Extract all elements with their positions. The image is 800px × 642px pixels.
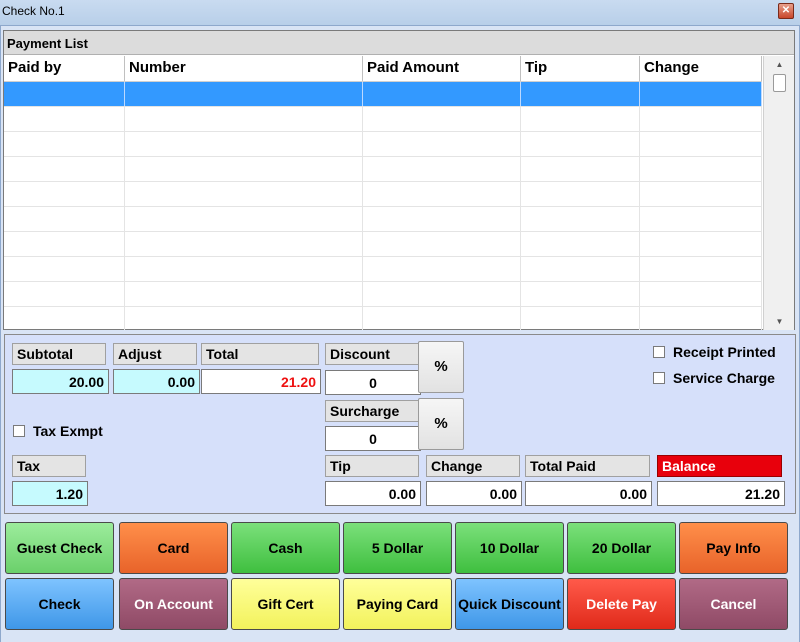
subtotal-value: 20.00 (12, 369, 109, 394)
guest-check-button[interactable]: Guest Check (5, 522, 114, 574)
table-row[interactable] (4, 282, 762, 307)
tax-exempt-label: Tax Exmpt (33, 423, 103, 439)
discount-percent-button[interactable]: % (418, 341, 464, 393)
service-charge-label: Service Charge (673, 370, 775, 386)
balance-value: 21.20 (657, 481, 785, 506)
scroll-up-icon[interactable]: ▲ (764, 56, 795, 73)
column-change[interactable]: Change (640, 56, 762, 81)
table-row[interactable] (4, 182, 762, 207)
tax-label: Tax (12, 455, 86, 477)
total-label: Total (201, 343, 319, 365)
checkbox-icon[interactable] (653, 372, 665, 384)
receipt-printed-checkbox[interactable]: Receipt Printed (653, 344, 776, 360)
total-paid-label: Total Paid (525, 455, 650, 477)
column-paid-by[interactable]: Paid by (4, 56, 125, 81)
payment-list-title: Payment List (4, 31, 794, 55)
table-row[interactable] (4, 257, 762, 282)
cash-button[interactable]: Cash (231, 522, 340, 574)
quick-discount-button[interactable]: Quick Discount (455, 578, 564, 630)
window-title: Check No.1 (2, 4, 65, 18)
column-number[interactable]: Number (125, 56, 363, 81)
change-value: 0.00 (426, 481, 522, 506)
subtotal-label: Subtotal (12, 343, 106, 365)
service-charge-checkbox[interactable]: Service Charge (653, 370, 775, 386)
on-account-button[interactable]: On Account (119, 578, 228, 630)
card-button[interactable]: Card (119, 522, 228, 574)
discount-label: Discount (325, 343, 419, 365)
tax-exempt-checkbox[interactable]: Tax Exmpt (13, 423, 103, 439)
tip-label: Tip (325, 455, 419, 477)
total-paid-value: 0.00 (525, 481, 652, 506)
payment-grid[interactable]: Paid by Number Paid Amount Tip Change (4, 56, 762, 330)
gift-cert-button[interactable]: Gift Cert (231, 578, 340, 630)
change-label: Change (426, 455, 520, 477)
tax-value: 1.20 (12, 481, 88, 506)
title-bar: Check No.1 ✕ (0, 0, 800, 26)
payment-list: Payment List Paid by Number Paid Amount … (3, 30, 795, 330)
receipt-printed-label: Receipt Printed (673, 344, 776, 360)
cancel-button[interactable]: Cancel (679, 578, 788, 630)
scroll-down-icon[interactable]: ▼ (764, 313, 795, 330)
table-row[interactable] (4, 157, 762, 182)
totals-panel: Subtotal 20.00 Adjust 0.00 Total 21.20 D… (4, 334, 796, 514)
grid-header: Paid by Number Paid Amount Tip Change (4, 56, 762, 82)
table-row[interactable] (4, 82, 762, 107)
table-row[interactable] (4, 107, 762, 132)
vertical-scrollbar[interactable]: ▲ ▼ (763, 56, 794, 330)
surcharge-value[interactable]: 0 (325, 426, 421, 451)
total-value: 21.20 (201, 369, 321, 394)
table-row[interactable] (4, 232, 762, 257)
scroll-thumb[interactable] (773, 74, 786, 92)
discount-value[interactable]: 0 (325, 370, 421, 395)
delete-pay-button[interactable]: Delete Pay (567, 578, 676, 630)
checkbox-icon[interactable] (13, 425, 25, 437)
adjust-label: Adjust (113, 343, 197, 365)
surcharge-percent-button[interactable]: % (418, 398, 464, 450)
column-tip[interactable]: Tip (521, 56, 640, 81)
five-dollar-button[interactable]: 5 Dollar (343, 522, 452, 574)
check-button[interactable]: Check (5, 578, 114, 630)
table-row[interactable] (4, 207, 762, 232)
checkbox-icon[interactable] (653, 346, 665, 358)
close-icon[interactable]: ✕ (778, 3, 794, 19)
balance-label: Balance (657, 455, 782, 477)
surcharge-label: Surcharge (325, 400, 419, 422)
tip-value[interactable]: 0.00 (325, 481, 421, 506)
twenty-dollar-button[interactable]: 20 Dollar (567, 522, 676, 574)
ten-dollar-button[interactable]: 10 Dollar (455, 522, 564, 574)
column-paid-amount[interactable]: Paid Amount (363, 56, 521, 81)
table-row[interactable] (4, 307, 762, 330)
table-row[interactable] (4, 132, 762, 157)
paying-card-button[interactable]: Paying Card (343, 578, 452, 630)
pay-info-button[interactable]: Pay Info (679, 522, 788, 574)
adjust-value[interactable]: 0.00 (113, 369, 200, 394)
